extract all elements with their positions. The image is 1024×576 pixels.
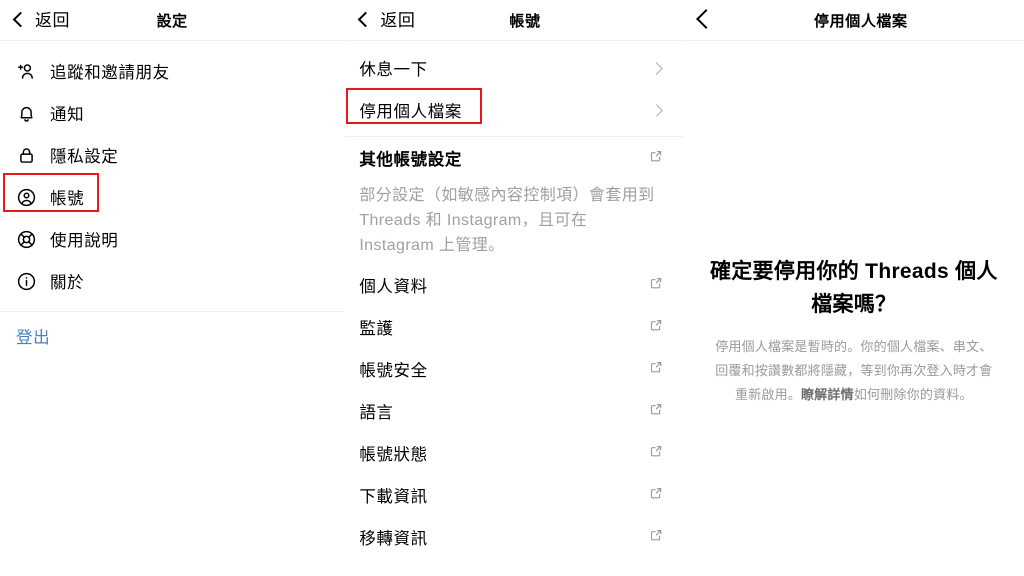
sidebar-item-label: 通知 bbox=[50, 106, 85, 124]
list-item-deactivate-profile[interactable]: 停用個人檔案 bbox=[345, 89, 682, 131]
chevron-right-icon bbox=[649, 61, 663, 75]
settings-divider bbox=[0, 311, 345, 312]
list-item-other-account-settings[interactable]: 其他帳號設定 bbox=[345, 137, 682, 179]
sidebar-item-help[interactable]: 使用說明 bbox=[0, 218, 344, 260]
external-link-icon bbox=[649, 149, 663, 168]
confirm-title: 確定要停用你的 Threads 個人檔案嗎？ bbox=[709, 260, 998, 316]
section-title: 其他帳號設定 bbox=[359, 151, 462, 169]
account-header: 返回 帳號 bbox=[345, 0, 683, 41]
list-item-supervision[interactable]: 監護 bbox=[345, 306, 682, 348]
list-item-label: 帳號安全 bbox=[359, 362, 428, 380]
life-ring-icon bbox=[16, 229, 37, 250]
external-link-icon bbox=[649, 276, 663, 295]
deactivate-back-button[interactable] bbox=[684, 9, 716, 29]
sidebar-item-privacy[interactable]: 隱私設定 bbox=[0, 134, 344, 176]
logout-link[interactable]: 登出 bbox=[0, 312, 50, 348]
external-link-icon bbox=[649, 528, 663, 547]
list-item-label: 帳號狀態 bbox=[359, 446, 428, 464]
info-circle-icon bbox=[16, 271, 37, 292]
chevron-left-icon bbox=[695, 9, 716, 29]
chevron-left-icon bbox=[358, 11, 374, 27]
list-item-language[interactable]: 語言 bbox=[345, 390, 682, 432]
deactivate-panel: 停用個人檔案 確定要停用你的 Threads 個人檔案嗎？ 停用個人檔案是暫時的… bbox=[683, 0, 1024, 576]
account-back-button[interactable]: 返回 bbox=[345, 10, 416, 30]
settings-back-label: 返回 bbox=[35, 10, 70, 30]
deactivate-page-title: 停用個人檔案 bbox=[814, 12, 908, 30]
list-item-personal-info[interactable]: 個人資料 bbox=[345, 264, 682, 306]
sidebar-item-account[interactable]: 帳號 bbox=[0, 176, 344, 218]
chevron-left-icon bbox=[12, 11, 29, 27]
external-link-icon bbox=[649, 318, 663, 337]
deactivate-body: 確定要停用你的 Threads 個人檔案嗎？ 停用個人檔案是暫時的。你的個人檔案… bbox=[684, 41, 1024, 407]
list-item-transfer-info[interactable]: 移轉資訊 bbox=[345, 516, 682, 558]
list-item-label: 休息一下 bbox=[359, 61, 428, 79]
sidebar-item-label: 追蹤和邀請朋友 bbox=[50, 64, 170, 82]
list-item-label: 移轉資訊 bbox=[359, 530, 428, 548]
sidebar-item-notifications[interactable]: 通知 bbox=[0, 92, 344, 134]
settings-panel: 返回 設定 追蹤和邀請朋友 通知 隱私設定 帳號 使用說明 關於 登出 bbox=[0, 0, 345, 576]
list-item-label: 語言 bbox=[359, 404, 394, 422]
confirm-description: 停用個人檔案是暫時的。你的個人檔案、串文、回覆和按讚數都將隱藏，等到你再次登入時… bbox=[684, 335, 1024, 407]
list-item-label: 個人資料 bbox=[359, 278, 428, 296]
confirm-text-after: 如何刪除你的資料。 bbox=[853, 387, 973, 402]
external-link-icon bbox=[649, 486, 663, 505]
sidebar-item-label: 關於 bbox=[50, 274, 85, 292]
list-item-account-security[interactable]: 帳號安全 bbox=[345, 348, 682, 390]
list-item-account-status[interactable]: 帳號狀態 bbox=[345, 432, 682, 474]
sidebar-item-follow-invite[interactable]: 追蹤和邀請朋友 bbox=[0, 50, 344, 92]
external-link-icon bbox=[649, 360, 663, 379]
settings-header: 返回 設定 bbox=[0, 0, 345, 41]
account-circle-icon bbox=[16, 187, 37, 208]
account-back-label: 返回 bbox=[380, 10, 416, 30]
settings-back-button[interactable]: 返回 bbox=[0, 10, 70, 30]
external-link-icon bbox=[649, 444, 663, 463]
account-panel: 返回 帳號 休息一下 停用個人檔案 其他帳號設定 部分設定（如敏感內容控制項）會… bbox=[345, 0, 683, 576]
three-panel-screenshot: 返回 設定 追蹤和邀請朋友 通知 隱私設定 帳號 使用說明 關於 登出 返回 帳… bbox=[0, 0, 1024, 576]
person-add-icon bbox=[16, 61, 37, 82]
chevron-right-icon bbox=[649, 103, 663, 117]
sidebar-item-about[interactable]: 關於 bbox=[0, 260, 344, 302]
section-description: 部分設定（如敏感內容控制項）會套用到 Threads 和 Instagram，且… bbox=[359, 187, 655, 254]
sidebar-item-label: 帳號 bbox=[50, 190, 85, 208]
bell-icon bbox=[16, 103, 37, 124]
sidebar-item-label: 使用說明 bbox=[50, 232, 119, 250]
deactivate-header: 停用個人檔案 bbox=[683, 0, 1024, 41]
list-item-download-info[interactable]: 下載資訊 bbox=[345, 474, 682, 516]
sidebar-item-label: 隱私設定 bbox=[50, 148, 119, 166]
list-item-label: 停用個人檔案 bbox=[359, 103, 462, 121]
list-item-take-break[interactable]: 休息一下 bbox=[345, 47, 682, 89]
learn-more-link[interactable]: 瞭解詳情 bbox=[801, 387, 854, 402]
lock-icon bbox=[16, 145, 37, 166]
external-link-icon bbox=[649, 402, 663, 421]
list-item-label: 監護 bbox=[359, 320, 394, 338]
list-item-label: 下載資訊 bbox=[359, 488, 428, 506]
